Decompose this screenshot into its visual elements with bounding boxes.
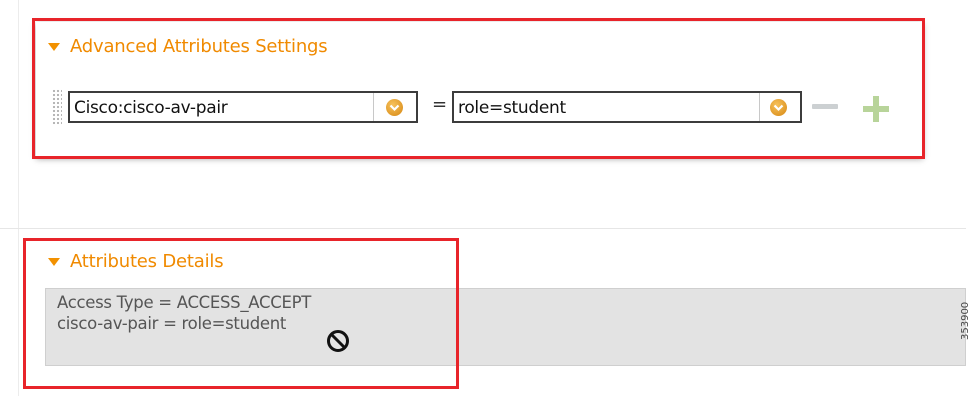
left-panel-edge bbox=[18, 0, 19, 396]
highlight-attributes-details bbox=[23, 238, 459, 389]
section-divider bbox=[0, 228, 966, 229]
page: Advanced Attributes Settings Cisco:cisco… bbox=[0, 0, 978, 396]
figure-id-code: 353900 bbox=[960, 301, 971, 340]
highlight-advanced-attributes bbox=[32, 18, 925, 159]
